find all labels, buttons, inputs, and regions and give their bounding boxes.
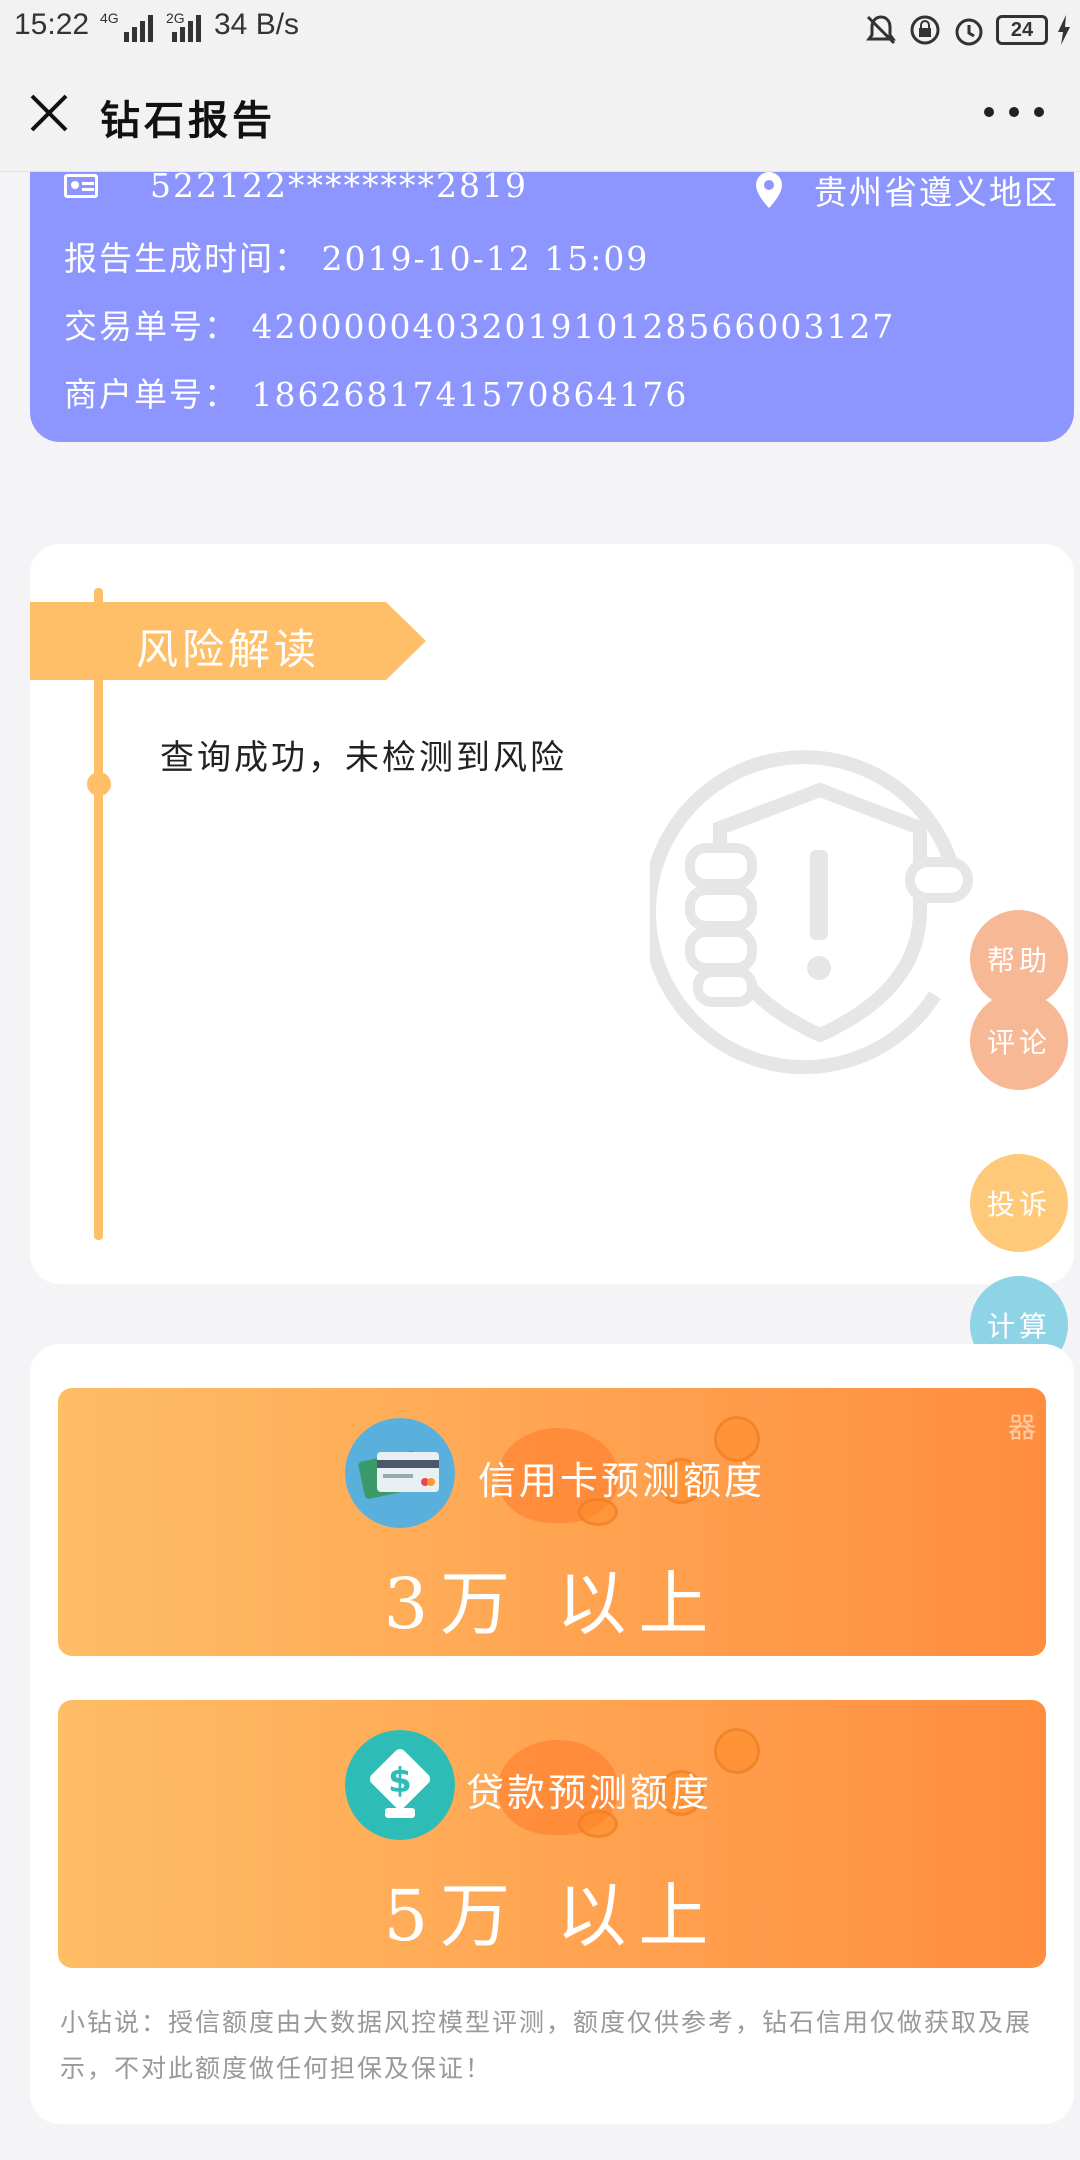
report-time-label: 报告生成时间：	[64, 239, 309, 278]
svg-text:$: $	[388, 1761, 412, 1801]
signal-4g-label: 4G	[100, 10, 119, 26]
id-card-icon	[64, 174, 98, 198]
report-time-value: 2019-10-12 15:09	[321, 239, 650, 278]
close-icon[interactable]	[24, 88, 74, 138]
nav-bar: 钻石报告	[0, 58, 1080, 172]
loan-quota-label: 贷款预测额度	[466, 1771, 713, 1815]
net-speed: 34 B/s	[214, 8, 300, 41]
credit-card-quota-box: 器 信用卡预测额度 3万 以上	[58, 1388, 1046, 1656]
corner-decoration: 器	[1007, 1411, 1036, 1444]
merchant-no-row: 商户单号： 18626817415708641​76	[64, 368, 688, 416]
risk-result-text: 查询成功，未检测到风险	[160, 738, 567, 778]
lock-rotation-icon	[910, 15, 940, 45]
quota-disclaimer: 小钻说：授信额度由大数据风控模型评测，额度仅供参考，钻石信用仅做获取及展示，不对…	[60, 2008, 1033, 2083]
trade-no-label: 交易单号：	[64, 307, 239, 346]
timeline-line	[94, 588, 103, 1240]
quota-card: 器 信用卡预测额度 3万 以上 $ 贷款预测额度 5万 以上 小钻说：授信额度由…	[30, 1344, 1074, 2124]
comment-button[interactable]: 评论	[970, 992, 1068, 1090]
id-number: 522122********2819	[150, 166, 528, 205]
trade-no-row: 交易单号： 4200000403201910128566003127	[64, 300, 895, 348]
merchant-no-label: 商户单号：	[64, 375, 239, 414]
shield-hand-icon	[650, 750, 973, 1075]
mute-bell-icon	[866, 15, 896, 45]
merchant-no-value: 18626817415708641​76	[251, 375, 689, 414]
page-title: 钻石报告	[100, 97, 276, 144]
alarm-icon	[955, 18, 983, 46]
status-time: 15:22	[14, 8, 90, 41]
report-time-row: 报告生成时间： 2019-10-12 15:09	[64, 232, 649, 280]
location-pin-icon	[756, 172, 782, 208]
status-bar: 15:22 4G 2G 34 B/s 24	[0, 0, 1080, 58]
loan-quota-box: $ 贷款预测额度 5万 以上	[58, 1700, 1046, 1968]
loan-quota-value: 5万 以上	[383, 1875, 721, 1957]
credit-card-quota-value: 3万 以上	[383, 1563, 721, 1645]
risk-banner-title: 风险解读	[136, 625, 321, 674]
signal-icon-2	[172, 15, 201, 42]
coin-decoration	[714, 1728, 760, 1774]
battery-indicator: 24	[996, 15, 1048, 45]
trade-no-value: 4200000403201910128566003127	[251, 307, 896, 346]
region-text: 贵州省遵义地区	[814, 173, 1059, 212]
risk-card: 风险解读 查询成功，未检测到风险	[30, 544, 1074, 1284]
complaint-button[interactable]: 投诉	[970, 1154, 1068, 1252]
credit-card-quota-label: 信用卡预测额度	[478, 1459, 766, 1503]
loan-icon: $	[345, 1730, 455, 1840]
credit-card-icon	[345, 1418, 455, 1528]
charging-icon	[1058, 15, 1070, 45]
report-info-card: 522122********2819 贵州省遵义地区 报告生成时间： 2019-…	[30, 166, 1074, 442]
more-icon[interactable]	[984, 92, 1044, 132]
signal-icon	[124, 15, 153, 42]
timeline-dot	[87, 772, 111, 796]
